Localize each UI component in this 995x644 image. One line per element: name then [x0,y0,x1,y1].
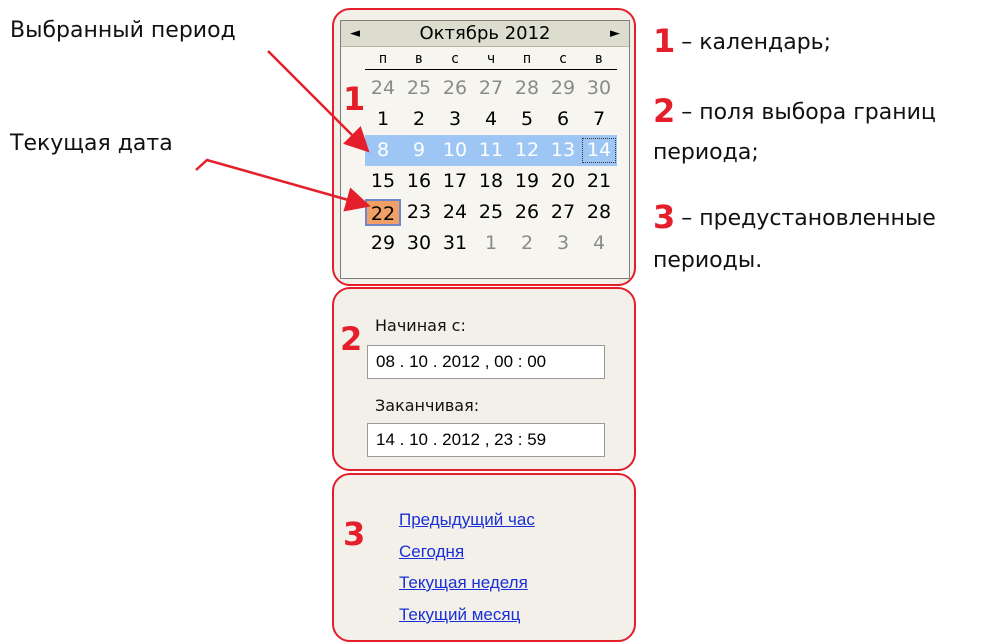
calendar-day[interactable]: 19 [509,168,545,195]
calendar-day[interactable]: 2 [401,106,437,133]
legend-item-1: 1– календарь; [653,22,831,60]
calendar-day[interactable]: 29 [545,75,581,102]
calendar-day[interactable]: 23 [401,199,437,226]
calendar-day[interactable]: 17 [437,168,473,195]
preset-today-link[interactable]: Сегодня [399,542,464,562]
calendar-day[interactable]: 3 [545,230,581,257]
legend-item-2-cont: периода; [653,140,759,165]
weekday-label: п [378,51,388,67]
calendar-day[interactable]: 27 [545,199,581,226]
current-date-callout: Текущая дата [10,131,173,156]
selected-period-callout: Выбранный период [10,18,236,43]
preset-previous-hour-link[interactable]: Предыдущий час [399,510,535,530]
calendar-day[interactable]: 20 [545,168,581,195]
calendar-week: 1 2 3 4 5 6 7 [365,104,617,135]
weekday-label: п [522,51,532,67]
calendar-number-marker: 1 [343,80,366,118]
calendar-day[interactable]: 24 [437,199,473,226]
calendar-day[interactable]: 15 [365,168,401,195]
start-date-field[interactable] [367,345,605,379]
calendar-day[interactable]: 25 [473,199,509,226]
calendar-day-selected[interactable]: 11 [473,137,509,164]
calendar-day[interactable]: 2 [509,230,545,257]
calendar-day[interactable]: 30 [401,230,437,257]
presets-number-marker: 3 [343,515,366,553]
calendar-day[interactable]: 28 [581,199,617,226]
calendar-day[interactable]: 25 [401,75,437,102]
end-date-field[interactable] [367,423,605,457]
weekday-label: в [414,51,424,67]
calendar-day[interactable]: 4 [473,106,509,133]
calendar-day[interactable]: 28 [509,75,545,102]
calendar-day[interactable]: 16 [401,168,437,195]
calendar-day[interactable]: 6 [545,106,581,133]
selected-week: 8 9 10 11 12 13 14 [365,135,617,166]
calendar-header: ◄ Октябрь 2012 ► [341,21,629,47]
calendar-day-selected[interactable]: 13 [545,137,581,164]
calendar-day-selected[interactable]: 10 [437,137,473,164]
calendar-day[interactable]: 24 [365,75,401,102]
calendar-day[interactable]: 1 [365,106,401,133]
calendar-day[interactable]: 30 [581,75,617,102]
fields-number-marker: 2 [340,320,363,358]
calendar-day[interactable]: 18 [473,168,509,195]
legend-number: 2 [653,92,676,130]
legend-text: – предустановленные [681,206,936,231]
legend-text: – календарь; [681,30,832,55]
weekday-header: п в с ч п с в [365,51,617,70]
calendar: ◄ Октябрь 2012 ► п в с ч п с в 24 25 26 … [340,20,630,279]
calendar-day-selected[interactable]: 12 [509,137,545,164]
calendar-week: 15 16 17 18 19 20 21 [365,166,617,197]
calendar-week: 22 23 24 25 26 27 28 [365,197,617,228]
calendar-day-selected[interactable]: 8 [365,137,401,164]
weekday-label: ч [486,51,496,67]
calendar-day-today[interactable]: 22 [365,199,401,226]
calendar-day[interactable]: 29 [365,230,401,257]
end-date-label: Заканчивая: [375,396,480,415]
preset-current-week-link[interactable]: Текущая неделя [399,573,528,593]
calendar-day[interactable]: 27 [473,75,509,102]
weekday-label: с [558,51,568,67]
calendar-days: 24 25 26 27 28 29 30 1 2 3 4 5 6 7 8 9 1… [365,73,617,259]
calendar-day[interactable]: 7 [581,106,617,133]
prev-month-icon[interactable]: ◄ [345,24,365,43]
calendar-day[interactable]: 3 [437,106,473,133]
calendar-day[interactable]: 26 [509,199,545,226]
weekday-label: с [450,51,460,67]
legend-item-3-cont: периоды. [653,248,763,273]
preset-current-month-link[interactable]: Текущий месяц [399,605,520,625]
calendar-day[interactable]: 4 [581,230,617,257]
calendar-week: 29 30 31 1 2 3 4 [365,228,617,259]
weekday-label: в [594,51,604,67]
legend-item-2: 2– поля выбора границ [653,92,936,130]
calendar-week: 24 25 26 27 28 29 30 [365,73,617,104]
legend-item-3: 3– предустановленные [653,198,936,236]
legend-number: 1 [653,22,676,60]
next-month-icon[interactable]: ► [605,24,625,43]
legend-number: 3 [653,198,676,236]
calendar-day[interactable]: 1 [473,230,509,257]
calendar-day[interactable]: 31 [437,230,473,257]
start-date-label: Начиная с: [375,316,466,335]
calendar-day[interactable]: 5 [509,106,545,133]
calendar-day[interactable]: 26 [437,75,473,102]
calendar-month-title: Октябрь 2012 [419,23,551,44]
calendar-day-focused[interactable]: 14 [581,137,617,164]
legend-text: – поля выбора границ [681,100,936,125]
calendar-day[interactable]: 21 [581,168,617,195]
calendar-day-selected[interactable]: 9 [401,137,437,164]
